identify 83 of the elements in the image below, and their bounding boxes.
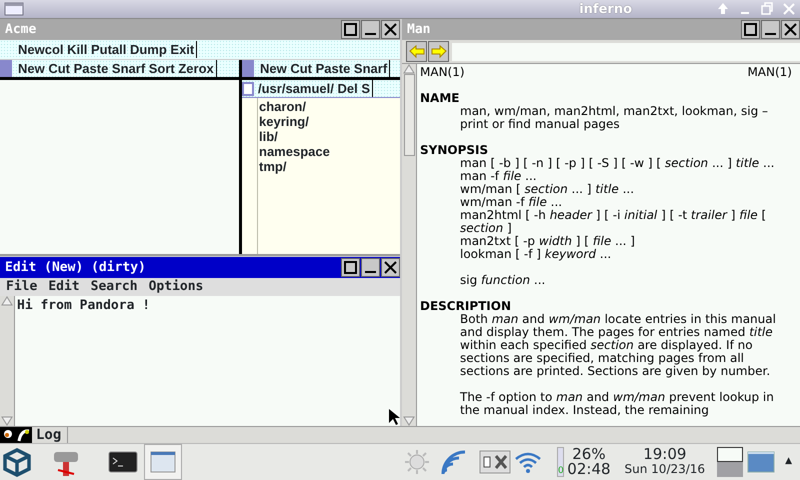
menu-item[interactable]: File: [6, 277, 38, 297]
directory-entry[interactable]: charon/: [259, 99, 330, 114]
window-icon: [149, 449, 177, 475]
wifi-icon: [513, 450, 544, 474]
terminal-icon: [108, 450, 138, 474]
signal-icon: [439, 448, 468, 476]
minimize-icon: [365, 271, 376, 273]
tray-arrow[interactable]: ▲: [785, 455, 792, 469]
directory-entry[interactable]: lib/: [259, 129, 330, 144]
directory-entry[interactable]: namespace: [259, 144, 330, 159]
minimize-icon: [765, 33, 776, 35]
maximize-button[interactable]: [341, 20, 360, 39]
terminal-button[interactable]: [108, 450, 138, 474]
window-button[interactable]: [144, 444, 182, 480]
maximize-button[interactable]: [741, 20, 760, 39]
minimize-button[interactable]: [361, 20, 380, 39]
menu-item[interactable]: Edit: [48, 277, 80, 297]
clock-date: Sun 10/23/16: [624, 462, 706, 477]
close-button[interactable]: [381, 258, 400, 277]
toggle-tools-icon: [479, 449, 512, 475]
maximize-button[interactable]: [341, 258, 360, 277]
manual-text: wm/man -f file ...: [459, 196, 564, 209]
maximize-icon: [344, 23, 357, 36]
manual-text: man, wm/man, man2html, man2txt, lookman, sig – print or find manual pages: [459, 105, 770, 131]
window-icon: [4, 2, 24, 16]
desktop-icon: [747, 450, 776, 474]
back-button[interactable]: [406, 41, 427, 62]
battery-percent: 26%: [572, 447, 606, 462]
up-arrow-icon: [1, 296, 13, 306]
close-icon: [384, 261, 397, 274]
mouse-pointer-icon: [388, 408, 400, 426]
scrollbar-thumb[interactable]: [404, 74, 414, 156]
manual-text: wm/man [ section ... ] title ...: [459, 183, 636, 196]
close-button[interactable]: [781, 20, 800, 39]
window-title: inferno: [579, 0, 632, 18]
forward-button[interactable]: [428, 41, 449, 62]
wifi-button[interactable]: [513, 450, 544, 474]
manual-text: man [ -b ] [ -n ] [ -p ] [ -S ] [ -w ] [ section ... ] title ...: [459, 157, 776, 170]
manual-text: sig function ...: [459, 274, 546, 287]
cube-icon: [2, 447, 32, 477]
workspace-button[interactable]: [717, 447, 744, 462]
left-arrow-icon: [408, 43, 426, 60]
minimize-icon: [741, 12, 749, 14]
section-heading: SYNOPSIS: [420, 144, 490, 157]
maximize-icon: [344, 261, 357, 274]
settings-button[interactable]: [479, 449, 512, 475]
launcher-button[interactable]: [2, 447, 32, 477]
close-button[interactable]: [381, 20, 400, 39]
manual-text: man -f file ...: [459, 170, 538, 183]
close-icon: [384, 23, 397, 36]
address-field[interactable]: [452, 42, 800, 60]
minimize-button[interactable]: [761, 20, 780, 39]
signal-button[interactable]: [439, 448, 468, 476]
battery-time: 02:48: [567, 462, 611, 477]
manual-text: lookman [ -f ] keyword ...: [459, 248, 612, 261]
menu-item[interactable]: Search: [90, 277, 138, 297]
section-heading: NAME: [420, 92, 460, 105]
text-area-content: Hi from Pandora !: [16, 297, 152, 315]
sun-icon: [403, 448, 432, 476]
manual-text: man2txt [ -p width ] [ file ... ]: [459, 235, 636, 248]
page-header: MAN(1): [420, 66, 465, 79]
window-title: Man: [407, 20, 430, 39]
scrollbar[interactable]: [402, 64, 417, 426]
right-arrow-icon: [430, 43, 448, 60]
directory-entry[interactable]: tmp/: [259, 159, 330, 174]
directory-entry[interactable]: keyring/: [259, 114, 330, 129]
clock-time: 19:09: [642, 447, 688, 462]
maximize-icon: [744, 23, 757, 36]
minimize-button[interactable]: [361, 258, 380, 277]
section-heading: DESCRIPTION: [420, 300, 512, 313]
minimize-icon: [365, 33, 376, 35]
window-handle[interactable]: [242, 82, 254, 96]
manual-text: Both man and wm/man locate entries in this manual and display them. The pages for entries named title within each specified section are displayed. If no sections are specified, matching pages from all sections are printed. Sections are given by number.: [459, 313, 777, 378]
scrollbar[interactable]: [0, 296, 15, 426]
close-icon: [784, 23, 797, 36]
window-title: Acme: [5, 20, 36, 39]
battery-gauge-label: 0: [558, 467, 564, 476]
menu-item[interactable]: Options: [148, 277, 204, 297]
manual-text: The -f option to man and wm/man prevent lookup in the manual index. Instead, the remaining: [459, 391, 775, 417]
column-handle[interactable]: [0, 60, 12, 77]
window-title: Edit (New) (dirty): [5, 258, 146, 277]
column-handle[interactable]: [242, 60, 254, 77]
page-header: MAN(1): [747, 66, 792, 79]
